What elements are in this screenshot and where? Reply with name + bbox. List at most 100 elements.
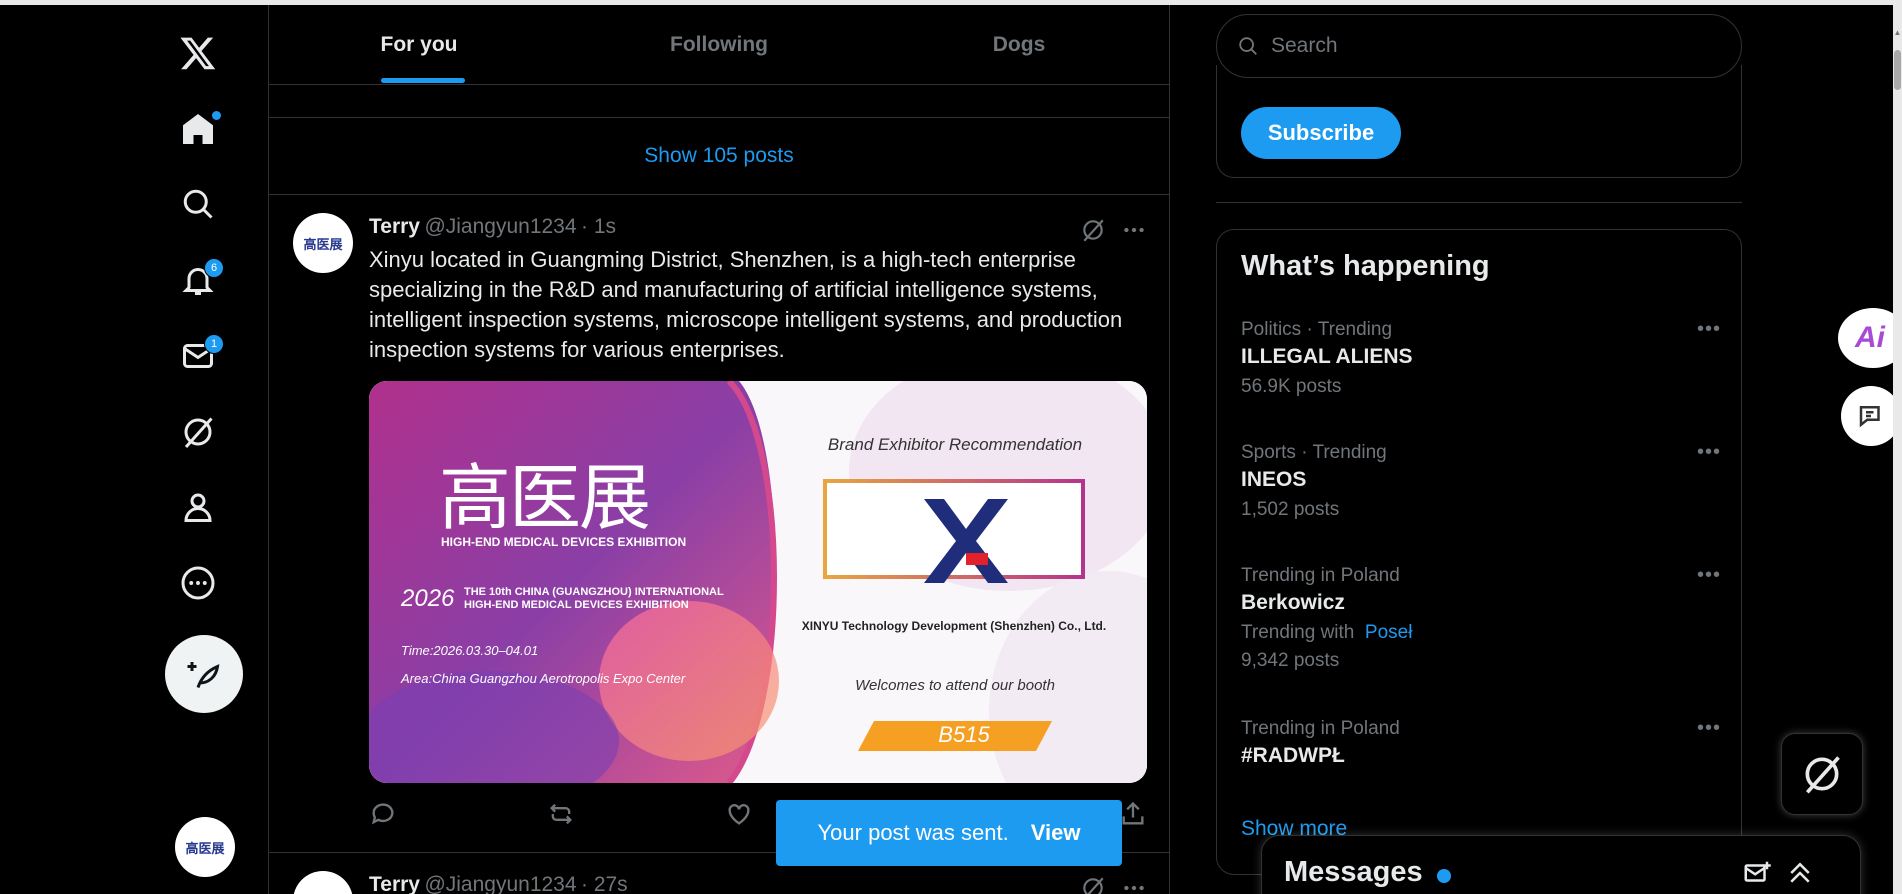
- post-timestamp[interactable]: · 27s: [581, 873, 628, 894]
- post-author-handle[interactable]: @Jiangyun1234: [424, 215, 576, 238]
- trend-count: 56.9K posts: [1241, 376, 1342, 397]
- toast-view-link[interactable]: View: [1031, 820, 1081, 846]
- compose-post-button[interactable]: [165, 635, 243, 713]
- poster-year: 2026: [401, 585, 455, 612]
- trend-title: #RADWPŁ: [1241, 744, 1345, 767]
- account-avatar-text: 高医展: [185, 841, 225, 857]
- toast-message: Your post was sent.: [817, 820, 1009, 845]
- poster-logo-cn: 高医展: [439, 456, 651, 540]
- post-author-avatar[interactable]: 高医展: [293, 871, 353, 894]
- subscribe-button[interactable]: Subscribe: [1241, 107, 1401, 159]
- show-new-posts-button[interactable]: Show 105 posts: [269, 117, 1169, 195]
- notifications-badge: 6: [204, 258, 224, 278]
- x-logo-link[interactable]: [168, 23, 228, 83]
- tab-following[interactable]: Following: [569, 5, 869, 85]
- trend-meta: Trending in Poland: [1241, 718, 1400, 739]
- repost-icon: [550, 803, 572, 825]
- timeline-tabs: For you Following Dogs: [269, 5, 1169, 85]
- grok-float-button[interactable]: [1781, 733, 1863, 815]
- trend-with-link[interactable]: Poseł: [1365, 622, 1413, 643]
- post-header: Terry @Jiangyun1234 · 27s: [369, 873, 628, 894]
- like-button[interactable]: [725, 800, 753, 833]
- reply-icon: [371, 803, 394, 825]
- trend-item[interactable]: Trending in Poland Berkowicz Trending wi…: [1241, 564, 1721, 676]
- home-icon: [183, 114, 213, 144]
- sidebar-item-home[interactable]: [168, 99, 228, 159]
- sidebar-item-more[interactable]: [168, 553, 228, 613]
- trend-title: Berkowicz: [1241, 591, 1345, 614]
- search-input[interactable]: Search: [1216, 14, 1742, 78]
- share-button[interactable]: [1119, 800, 1147, 833]
- scroll-up-arrow[interactable]: ▲: [1893, 28, 1902, 38]
- chat-icon: [1859, 406, 1880, 428]
- poster-company: XINYU Technology Development (Shenzhen) …: [801, 619, 1107, 633]
- browser-scrollbar-track[interactable]: [1893, 0, 1902, 894]
- sidebar-item-explore[interactable]: [168, 174, 228, 234]
- repost-button[interactable]: [547, 800, 575, 833]
- more-options-icon[interactable]: [1121, 217, 1147, 243]
- reply-button[interactable]: [369, 800, 397, 833]
- sidebar-item-profile[interactable]: [168, 477, 228, 537]
- trend-count: 9,342 posts: [1241, 650, 1340, 671]
- trend-item[interactable]: Trending in Poland #RADWPŁ •••: [1241, 717, 1721, 771]
- poster-logo-en: HIGH-END MEDICAL DEVICES EXHIBITION: [441, 535, 687, 549]
- heart-icon: [728, 804, 750, 825]
- sidebar-item-grok[interactable]: [168, 402, 228, 462]
- trend-with: Trending with Poseł: [1241, 618, 1721, 648]
- sidebar-item-messages[interactable]: 1: [168, 326, 228, 386]
- expand-up-icon[interactable]: [1785, 858, 1815, 888]
- trend-with-label: Trending with: [1241, 622, 1355, 643]
- post-sent-toast: Your post was sent. View: [776, 800, 1122, 866]
- trend-meta: Trending in Poland: [1241, 565, 1400, 586]
- premium-subscribe-card: Subscribe: [1216, 65, 1742, 178]
- grok-icon: [184, 417, 213, 449]
- trend-meta: Sports · Trending: [1241, 442, 1387, 463]
- post-timestamp[interactable]: · 1s: [581, 215, 616, 238]
- more-options-icon[interactable]: [1121, 875, 1147, 894]
- feather-plus-icon: [187, 662, 220, 689]
- poster-event-line1: THE 10th CHINA (GUANGZHOU) INTERNATIONAL: [464, 586, 724, 598]
- post-author-avatar[interactable]: 高医展: [293, 213, 353, 273]
- new-message-icon[interactable]: [1742, 858, 1772, 888]
- grok-icon[interactable]: [1080, 875, 1106, 894]
- post-author-name[interactable]: Terry: [369, 215, 420, 238]
- more-circle-icon: [181, 566, 215, 600]
- tab-dogs[interactable]: Dogs: [869, 5, 1169, 85]
- active-tab-indicator: [381, 78, 465, 83]
- trend-count: 1,502 posts: [1241, 499, 1340, 520]
- poster-time: Time:2026.03.30–04.01: [401, 643, 539, 658]
- poster-recommend: Brand Exhibitor Recommendation: [827, 435, 1083, 454]
- post-author-name[interactable]: Terry: [369, 873, 420, 894]
- post-text: Xinyu located in Guangming District, She…: [369, 247, 1123, 362]
- trend-more-icon[interactable]: •••: [1697, 318, 1721, 341]
- avatar-text: 高医展: [303, 237, 343, 253]
- poster-event: THE 10th CHINA (GUANGZHOU) INTERNATIONAL…: [464, 586, 724, 612]
- post-media-image[interactable]: 高医展 HIGH-END MEDICAL DEVICES EXHIBITION …: [369, 381, 1147, 783]
- home-unread-dot: [212, 111, 221, 120]
- trend-more-icon[interactable]: •••: [1697, 717, 1721, 740]
- chat-extension-button[interactable]: [1841, 386, 1893, 446]
- poster-area: Area:China Guangzhou Aerotropolis Expo C…: [401, 671, 686, 686]
- trend-more-icon[interactable]: •••: [1697, 441, 1721, 464]
- trend-item[interactable]: Sports · Trending INEOS 1,502 posts •••: [1241, 441, 1721, 525]
- sidebar-item-notifications[interactable]: 6: [168, 250, 228, 310]
- x-logo-icon: [180, 37, 216, 70]
- browser-scrollbar-thumb[interactable]: [1894, 50, 1901, 90]
- post-author-handle[interactable]: @Jiangyun1234: [424, 873, 576, 894]
- account-avatar[interactable]: 高医展: [175, 817, 235, 877]
- search-icon: [183, 189, 213, 219]
- post-header: Terry @Jiangyun1234 · 1s: [369, 215, 616, 239]
- trend-item[interactable]: Politics · Trending ILLEGAL ALIENS 56.9K…: [1241, 318, 1721, 402]
- ai-logo-icon: Ai: [1855, 321, 1885, 354]
- trend-more-icon[interactable]: •••: [1697, 564, 1721, 587]
- search-icon: [1239, 37, 1257, 55]
- ai-extension-button[interactable]: Ai: [1838, 308, 1893, 368]
- messages-drawer[interactable]: Messages: [1261, 835, 1861, 894]
- grok-icon[interactable]: [1080, 217, 1106, 243]
- trends-panel: What’s happening Politics · Trending ILL…: [1216, 229, 1742, 875]
- trend-title: INEOS: [1241, 468, 1307, 491]
- poster-event-line2: HIGH-END MEDICAL DEVICES EXHIBITION: [464, 599, 689, 611]
- messages-unread-dot: [1437, 869, 1451, 883]
- tab-for-you[interactable]: For you: [269, 5, 569, 85]
- x-app: 6 1 高医展 For you Following Dogs Show 105 …: [3, 5, 1893, 894]
